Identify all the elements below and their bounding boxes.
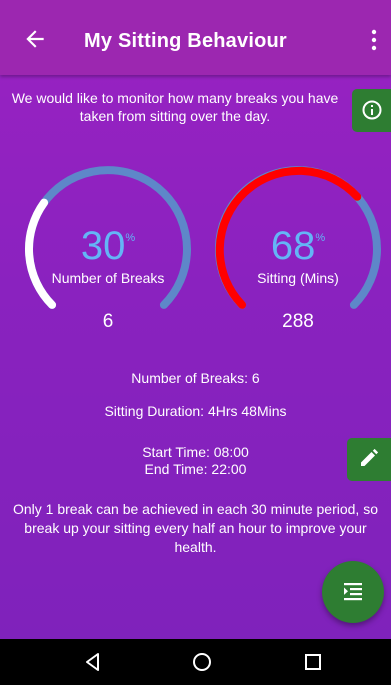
system-nav-bar bbox=[0, 639, 391, 685]
nav-back-icon[interactable] bbox=[82, 651, 104, 673]
app-bar: My Sitting Behaviour bbox=[0, 0, 391, 75]
sitting-percent-value: 68 bbox=[270, 224, 316, 268]
percent-sign: % bbox=[315, 232, 326, 244]
page-title: My Sitting Behaviour bbox=[84, 30, 287, 52]
sitting-gauge-label: Sitting (Mins) bbox=[257, 270, 339, 286]
breaks-gauge: 30% Number of Breaks 6 bbox=[23, 164, 193, 334]
nav-home-icon[interactable] bbox=[191, 651, 213, 673]
intro-text: We would like to monitor how many breaks… bbox=[11, 90, 339, 124]
back-arrow-icon[interactable] bbox=[22, 26, 48, 52]
history-fab[interactable] bbox=[322, 561, 384, 623]
percent-sign: % bbox=[125, 232, 136, 244]
info-button[interactable] bbox=[352, 89, 391, 132]
duration-summary: Sitting Duration: 4Hrs 48Mins bbox=[104, 403, 287, 419]
break-advice-note: Only 1 break can be achieved in each 30 … bbox=[12, 501, 378, 555]
sitting-percent: 68% bbox=[213, 224, 383, 269]
breaks-percent-value: 30 bbox=[80, 224, 126, 268]
app-screen: My Sitting Behaviour We would like to mo… bbox=[0, 0, 391, 639]
sitting-minutes-value: 288 bbox=[282, 311, 314, 332]
breaks-gauge-label: Number of Breaks bbox=[51, 270, 165, 286]
info-icon bbox=[362, 100, 382, 120]
breaks-count-value: 6 bbox=[102, 311, 114, 332]
edit-times-button[interactable] bbox=[347, 438, 391, 481]
sitting-gauge: 68% Sitting (Mins) 288 bbox=[213, 164, 383, 334]
breaks-percent: 30% bbox=[23, 224, 193, 269]
pencil-icon bbox=[361, 448, 379, 466]
end-time: End Time: 22:00 bbox=[144, 461, 247, 477]
nav-recents-icon[interactable] bbox=[302, 651, 324, 673]
breaks-summary: Number of Breaks: 6 bbox=[131, 370, 260, 386]
list-icon bbox=[344, 583, 362, 601]
start-time: Start Time: 08:00 bbox=[142, 444, 249, 460]
more-vert-icon[interactable] bbox=[367, 28, 381, 52]
